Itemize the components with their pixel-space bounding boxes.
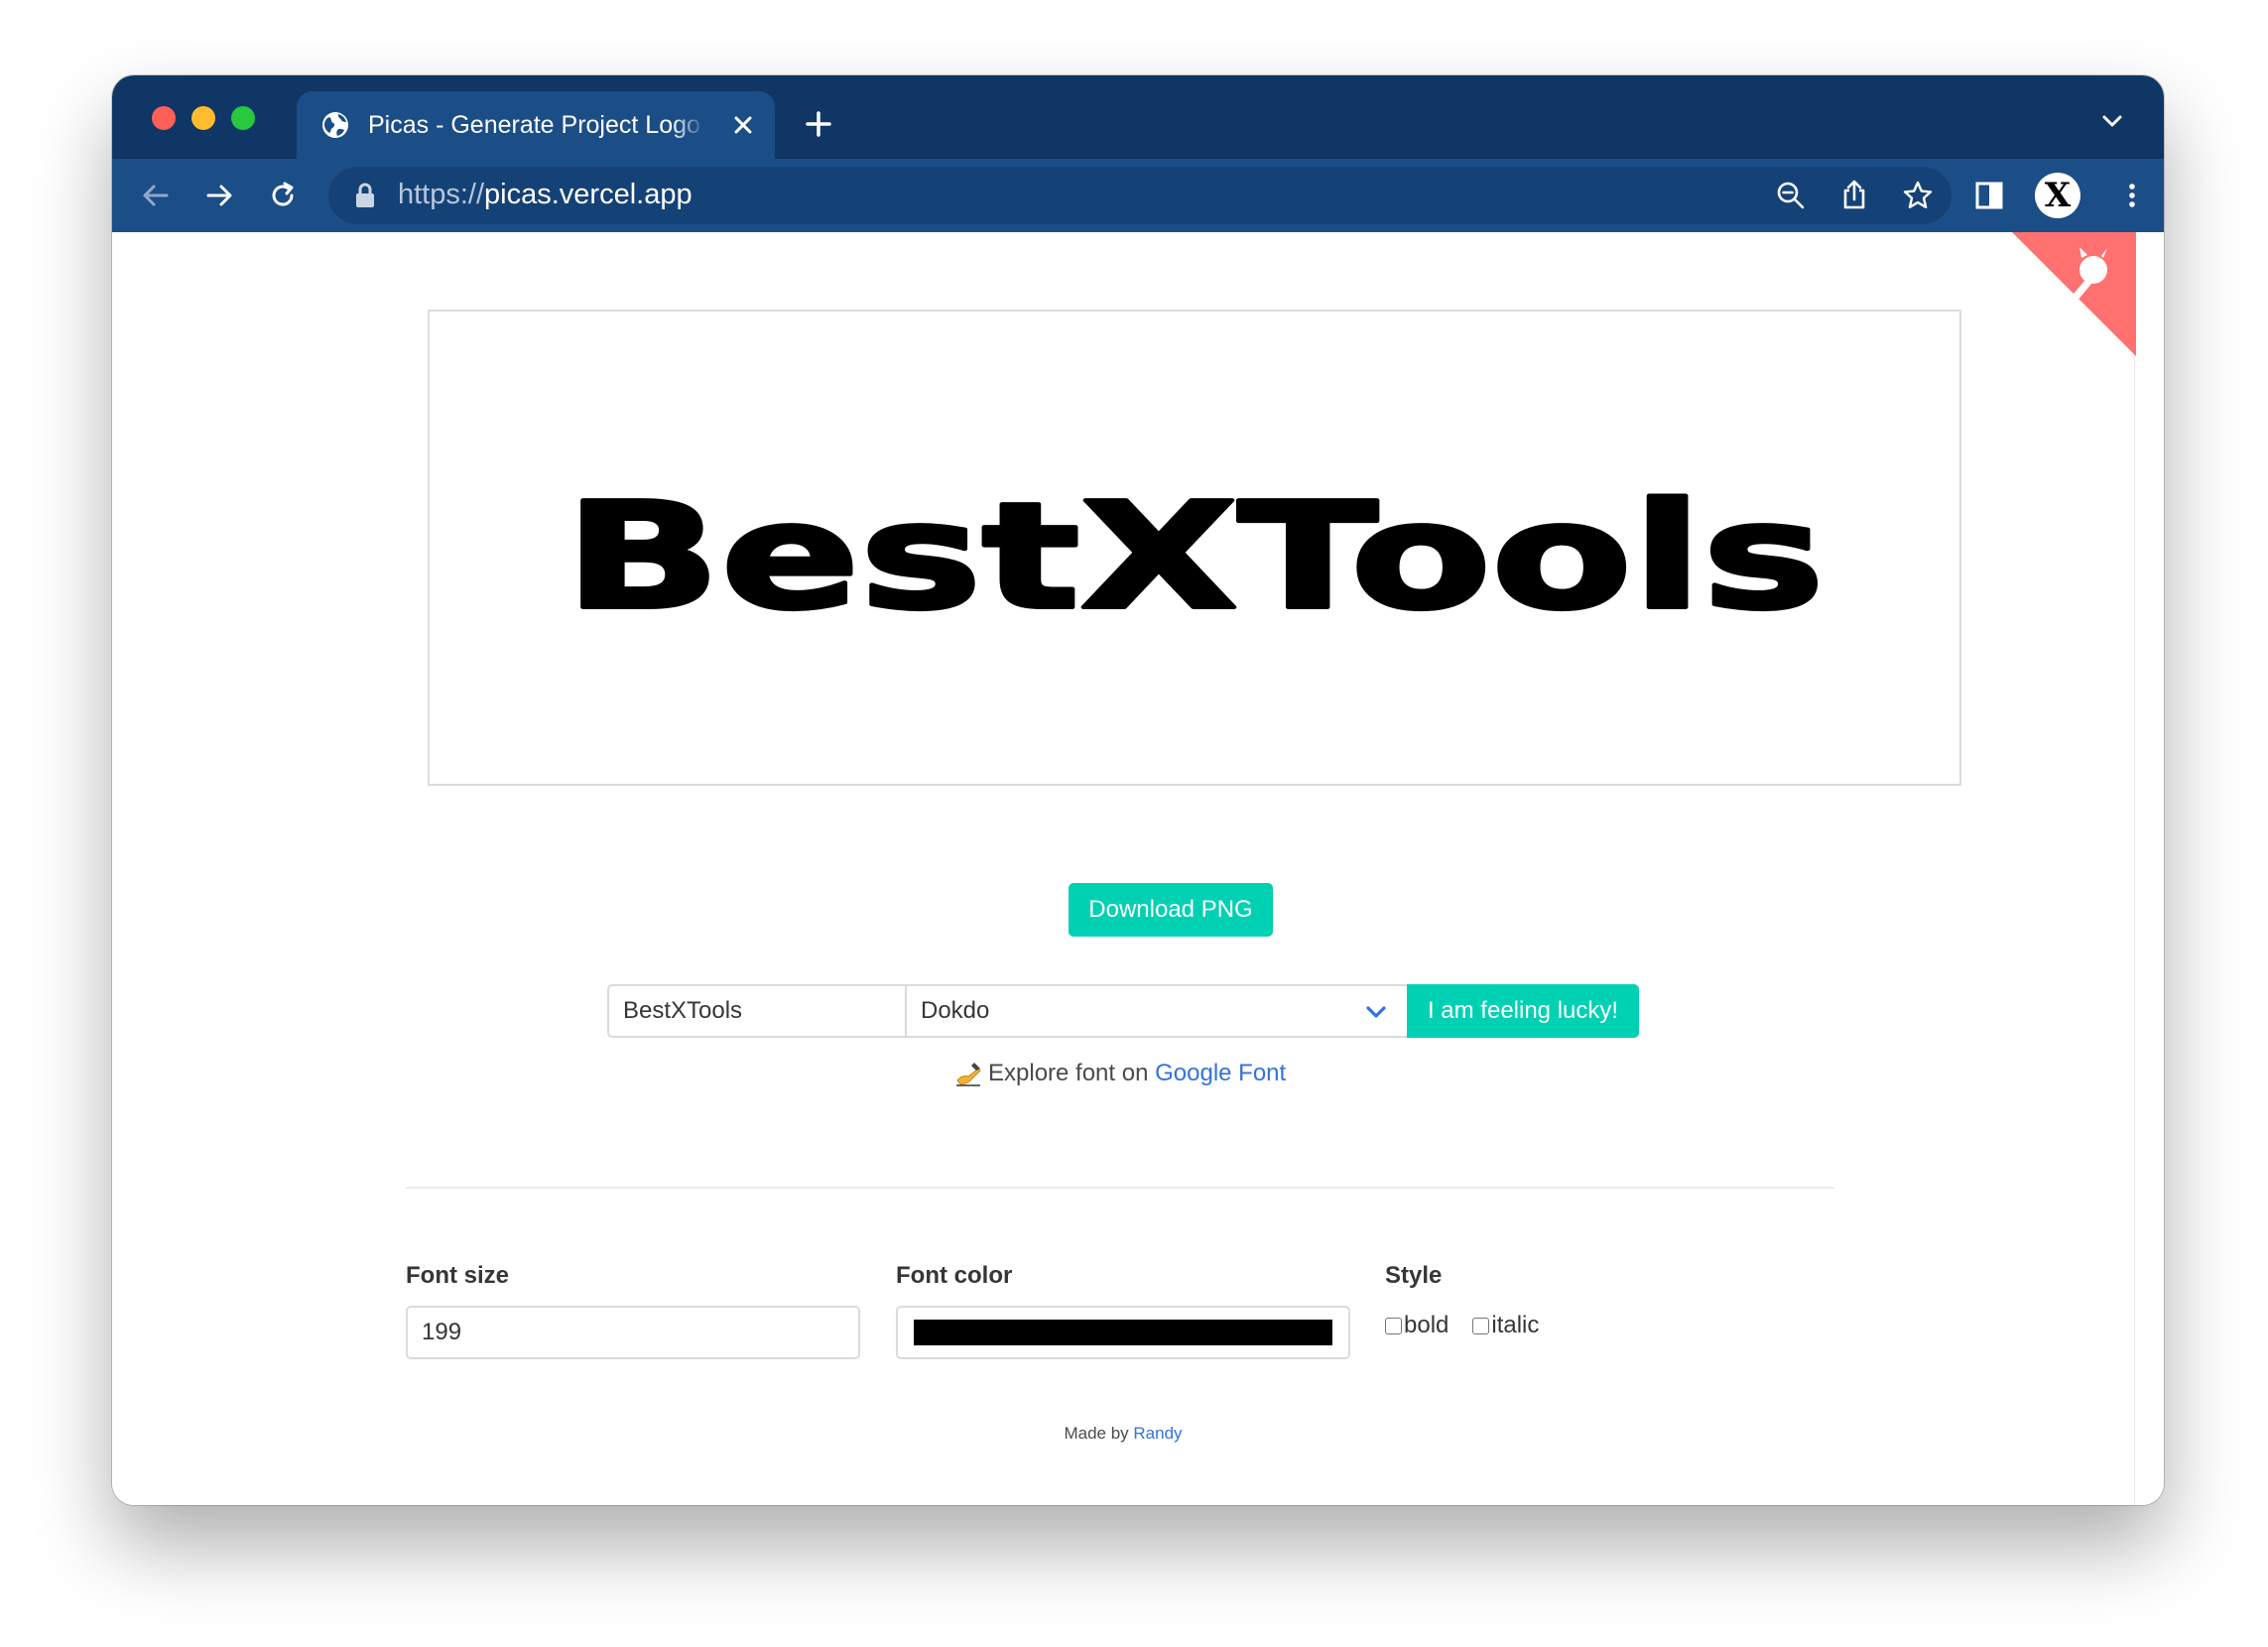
url-host: picas.vercel.app: [484, 179, 693, 210]
made-by-text: Made by: [1064, 1424, 1129, 1443]
reload-icon[interactable]: [267, 180, 299, 211]
bold-checkbox[interactable]: [1385, 1317, 1402, 1334]
globe-icon: [322, 112, 348, 138]
close-window-button[interactable]: [152, 106, 176, 130]
active-tab[interactable]: Picas - Generate Project Logo with Text: [297, 91, 775, 159]
logo-text: BestXTools: [565, 471, 1825, 642]
zoom-window-button[interactable]: [231, 106, 255, 130]
minimize-window-button[interactable]: [191, 106, 215, 130]
style-options: bold italic: [1385, 1312, 1563, 1339]
browser-window: Picas - Generate Project Logo with Text: [112, 75, 2164, 1505]
tab-search-chevron-icon[interactable]: [2100, 113, 2124, 129]
logo-config-row: BestXTools Dokdo I am feeling lucky!: [607, 984, 1639, 1038]
font-size-input[interactable]: 199: [406, 1306, 860, 1359]
forward-icon[interactable]: [203, 180, 235, 211]
font-select-value: Dokdo: [921, 997, 990, 1024]
page-content: BestXTools Download PNG BestXTools Dokdo…: [112, 232, 2164, 1505]
logo-text-input[interactable]: BestXTools: [607, 984, 905, 1038]
font-select[interactable]: Dokdo: [905, 984, 1407, 1038]
github-corner-ribbon[interactable]: [2012, 232, 2136, 356]
chevron-down-icon: [1366, 1006, 1386, 1018]
share-icon[interactable]: [1838, 180, 1870, 211]
url-text: https://picas.vercel.app: [398, 179, 693, 211]
explore-prefix: Explore font on: [988, 1060, 1149, 1086]
close-tab-icon[interactable]: [731, 113, 755, 137]
font-color-label: Font color: [896, 1262, 1013, 1289]
italic-label: italic: [1491, 1312, 1540, 1338]
lock-icon[interactable]: [354, 182, 376, 209]
google-font-link[interactable]: Google Font: [1155, 1060, 1286, 1087]
font-size-label: Font size: [406, 1262, 510, 1289]
logo-preview: BestXTools: [428, 310, 1961, 786]
address-bar[interactable]: https://picas.vercel.app: [328, 167, 1952, 224]
download-png-button[interactable]: Download PNG: [1069, 883, 1273, 937]
profile-avatar[interactable]: X: [2035, 173, 2080, 218]
side-panel-icon[interactable]: [1973, 180, 2005, 211]
back-icon[interactable]: [140, 180, 172, 211]
zoom-out-icon[interactable]: [1775, 180, 1807, 211]
browser-toolbar: https://picas.vercel.app X: [112, 159, 2164, 232]
bookmark-star-icon[interactable]: [1902, 180, 1934, 211]
writing-hand-icon: [956, 1063, 981, 1086]
feeling-lucky-button[interactable]: I am feeling lucky!: [1407, 984, 1639, 1038]
style-label: Style: [1385, 1262, 1443, 1289]
tab-strip: Picas - Generate Project Logo with Text: [112, 75, 2164, 159]
explore-font-hint: Explore font on Google Font: [954, 1060, 1286, 1087]
page-footer: Made by Randy: [112, 1424, 2134, 1444]
url-scheme: https://: [398, 179, 485, 210]
author-link[interactable]: Randy: [1133, 1424, 1182, 1443]
italic-option[interactable]: italic: [1472, 1312, 1539, 1339]
bold-option[interactable]: bold: [1385, 1312, 1449, 1339]
more-options-icon[interactable]: [2116, 180, 2148, 211]
bold-label: bold: [1404, 1312, 1449, 1338]
tab-title: Picas - Generate Project Logo with Text: [368, 110, 705, 139]
font-color-swatch: [914, 1320, 1332, 1345]
section-divider: [406, 1187, 1834, 1189]
logo-preview-canvas: BestXTools: [563, 469, 1827, 644]
page-scrollbar[interactable]: [2134, 232, 2164, 1505]
italic-checkbox[interactable]: [1472, 1317, 1490, 1334]
font-color-input[interactable]: [896, 1306, 1350, 1359]
new-tab-icon[interactable]: [804, 109, 833, 139]
